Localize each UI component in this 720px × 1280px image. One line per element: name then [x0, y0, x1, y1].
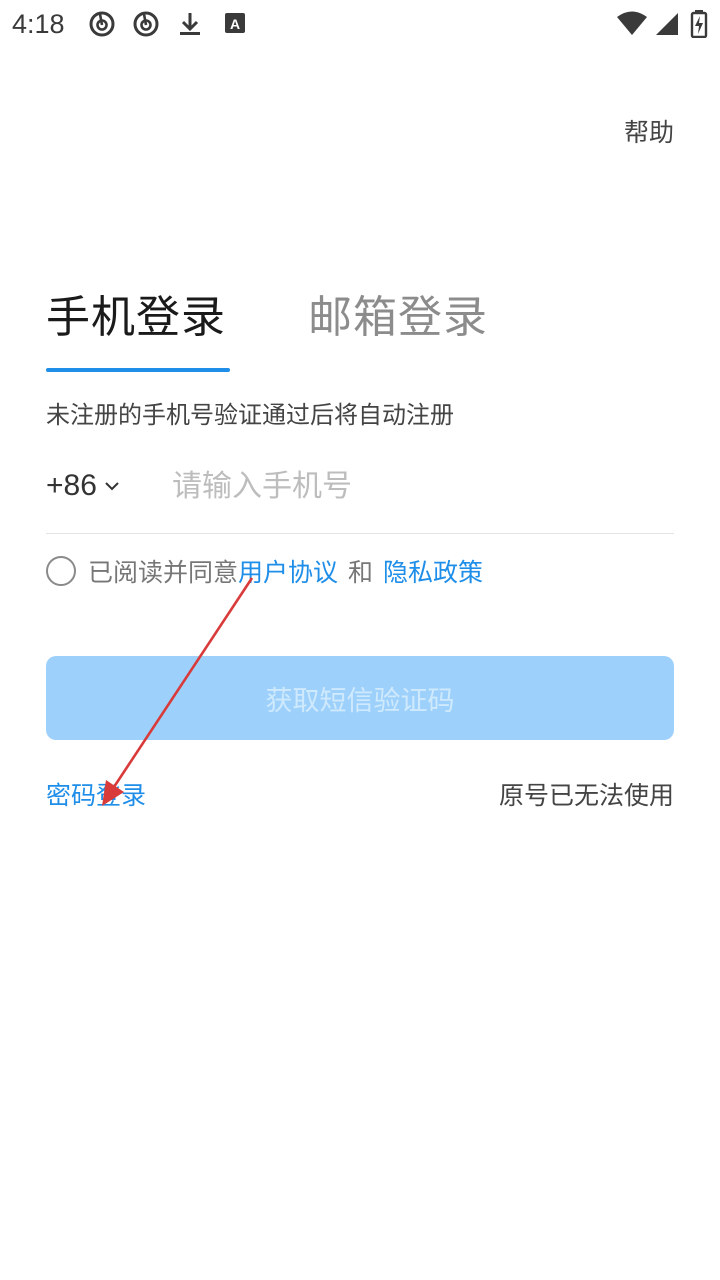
get-sms-code-button[interactable]: 获取短信验证码	[46, 656, 674, 740]
netease-music-icon	[88, 10, 116, 38]
agreement-prefix: 已阅读并同意	[88, 558, 239, 587]
country-code-selector[interactable]: +86	[46, 464, 121, 508]
input-divider	[46, 533, 674, 534]
password-login-link[interactable]: 密码登录	[46, 778, 146, 814]
status-time: 4:18	[12, 9, 65, 39]
status-bar: 4:18 A	[0, 0, 720, 48]
number-unavailable-link[interactable]: 原号已无法使用	[499, 778, 674, 814]
register-hint: 未注册的手机号验证通过后将自动注册	[46, 401, 454, 429]
signal-icon	[654, 10, 682, 38]
agreement-row: 已阅读并同意 用户协议 和 隐私政策	[46, 552, 483, 590]
agreement-checkbox[interactable]	[46, 556, 76, 586]
agreement-and: 和	[348, 558, 374, 587]
wifi-icon	[616, 10, 648, 38]
keyboard-a-icon: A	[222, 10, 250, 38]
user-agreement-link[interactable]: 用户协议	[238, 553, 338, 589]
chevron-down-icon	[105, 482, 119, 491]
download-icon	[176, 10, 204, 38]
help-link[interactable]: 帮助	[624, 116, 674, 150]
country-code-label: +86	[46, 469, 97, 502]
battery-charging-icon	[690, 10, 708, 38]
svg-text:A: A	[230, 16, 240, 32]
privacy-policy-link[interactable]: 隐私政策	[383, 553, 483, 589]
tab-email-login[interactable]: 邮箱登录	[308, 288, 488, 348]
tab-phone-login[interactable]: 手机登录	[46, 288, 226, 348]
netease-music-icon	[132, 10, 160, 38]
phone-number-input[interactable]	[172, 460, 672, 512]
annotation-arrow	[102, 577, 254, 806]
active-tab-indicator	[46, 368, 230, 372]
